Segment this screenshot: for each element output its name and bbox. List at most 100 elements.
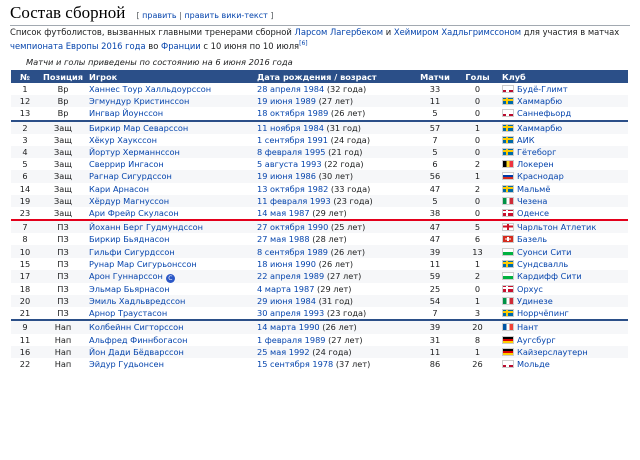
player-name-link[interactable]: Хёрдур Магнуссон — [89, 196, 169, 206]
col-header-goals[interactable]: Голы — [455, 70, 500, 83]
table-row: 23 Защ Ари Фрейр Скуласон 14 мая 1987 (29 л… — [11, 207, 628, 220]
player-name-link[interactable]: Эльмар Бьярнасон — [89, 284, 170, 294]
player-age: (21 год) — [328, 147, 363, 158]
player-caps: 47 — [429, 234, 441, 245]
player-dob: 29 июня 1984 — [257, 296, 316, 307]
player-age: (26 лет) — [330, 246, 366, 257]
edit-link[interactable]: править — [142, 11, 177, 20]
player-name-link[interactable]: Гильфи Сигурдссон — [89, 247, 175, 257]
player-club-link[interactable]: Чезена — [517, 196, 547, 206]
player-name-cell: Колбейнн Сигторссон — [87, 319, 255, 334]
player-name-link[interactable]: Ингвар Йоунссон — [89, 108, 163, 118]
player-age: (23 года) — [326, 308, 367, 319]
section-heading: Состав сборной [ править | править вики-… — [10, 3, 630, 26]
col-header-dob[interactable]: Дата рождения / возраст — [255, 70, 415, 83]
player-name-link[interactable]: Хёкур Хаукссон — [89, 135, 157, 145]
player-club-link[interactable]: Саннефьорд — [517, 108, 571, 118]
edit-wikitext-link[interactable]: править вики-текст — [184, 11, 267, 20]
player-club-link[interactable]: Хаммарбю — [517, 96, 562, 106]
player-position: Нап — [39, 319, 87, 334]
player-age: (31 год) — [318, 296, 353, 307]
intro-text: с 10 июня по 10 июля — [200, 40, 300, 51]
player-name-link[interactable]: Эмиль Хадльвредссон — [89, 296, 185, 306]
player-goals: 2 — [474, 183, 481, 194]
player-name-link[interactable]: Ари Фрейр Скуласон — [89, 208, 179, 218]
player-name-link[interactable]: Арнор Траустасон — [89, 308, 167, 318]
player-name-link[interactable]: Арон Гуннарссон — [89, 271, 163, 281]
player-club-cell: Аугсбург — [500, 334, 628, 346]
col-header-position[interactable]: Позиция — [39, 70, 87, 83]
coach-lagerback-link[interactable]: Ларсом Лагербеком — [295, 27, 384, 37]
player-club-link[interactable]: Локерен — [517, 159, 554, 169]
player-club-link[interactable]: Будё-Глимт — [517, 84, 568, 94]
player-caps: 56 — [415, 170, 455, 183]
player-club-link[interactable]: Мальмё — [517, 184, 550, 194]
player-club-link[interactable]: Орхус — [517, 284, 543, 294]
player-club-link[interactable]: Сундсвалль — [517, 259, 568, 269]
norway-flag — [502, 109, 514, 118]
player-name-link[interactable]: Биркир Бьяднасон — [89, 234, 169, 244]
player-club-link[interactable]: Краснодар — [517, 171, 564, 181]
player-name-link[interactable]: Эйдур Гудьонсен — [89, 359, 164, 369]
player-club-link[interactable]: Аугсбург — [517, 335, 556, 345]
player-number: 6 — [11, 170, 39, 183]
player-number: 13 — [19, 108, 31, 119]
player-club-link[interactable]: Удинезе — [517, 296, 553, 306]
player-name-link[interactable]: Рунар Мар Сигурьонссон — [89, 259, 197, 269]
player-club-link[interactable]: Норрчёпинг — [517, 308, 569, 318]
player-name-link[interactable]: Йоханн Берг Гудмундссон — [89, 222, 203, 232]
player-club-link[interactable]: Оденсе — [517, 208, 549, 218]
player-goals: 0 — [474, 84, 481, 95]
player-club-link[interactable]: Чарльтон Атлетик — [517, 222, 596, 232]
player-dob: 13 октября 1982 — [257, 183, 329, 194]
player-club-link[interactable]: Суонси Сити — [517, 247, 571, 257]
col-header-caps[interactable]: Матчи — [415, 70, 455, 83]
player-name-cell: Рунар Мар Сигурьонссон — [87, 258, 255, 270]
table-row: 15 ПЗ Рунар Мар Сигурьонссон 18 июня 1990 (… — [11, 258, 628, 270]
col-header-player[interactable]: Игрок — [87, 70, 255, 83]
table-row: 17 ПЗ Арон Гуннарссон С 22 апреля 1989 (27 л… — [11, 269, 628, 283]
player-name-link[interactable]: Ханнес Тоур Халльдоурссон — [89, 84, 211, 94]
player-club-link[interactable]: Базель — [517, 234, 547, 244]
coach-hallgrimsson-link[interactable]: Хеймиром Хадльгримссоном — [394, 27, 521, 37]
player-position: ПЗ — [57, 283, 69, 294]
france-link[interactable]: Франции — [161, 41, 201, 51]
player-position: Защ — [39, 119, 87, 134]
player-dob-cell: 28 апреля 1984 (32 года) — [255, 83, 415, 95]
player-goals: 20 — [455, 319, 500, 334]
player-goals: 2 — [455, 269, 500, 283]
player-dob: 19 июня 1989 — [257, 96, 316, 107]
player-caps: 39 — [415, 319, 455, 334]
euro-2016-link[interactable]: чемпионата Европы 2016 года — [10, 41, 146, 51]
player-club-link[interactable]: Кардифф Сити — [517, 271, 582, 281]
germany-flag — [502, 335, 514, 344]
player-club-link[interactable]: Нант — [517, 322, 538, 332]
player-name-link[interactable]: Колбейнн Сигторссон — [89, 322, 183, 332]
player-name-link[interactable]: Йон Дади Бёдварссон — [89, 347, 184, 357]
player-name-link[interactable]: Альфред Финнбогасон — [89, 335, 187, 345]
player-goals: 3 — [474, 308, 481, 319]
player-club-link[interactable]: АИК — [517, 135, 535, 145]
player-number: 1 — [22, 84, 28, 95]
player-club-link[interactable]: Хаммарбю — [517, 123, 562, 133]
player-dob: 15 сентября 1978 — [257, 359, 334, 370]
player-name-cell: Арон Гуннарссон С — [87, 269, 255, 283]
norway-flag — [502, 85, 514, 94]
player-club-link[interactable]: Мольде — [517, 359, 550, 369]
player-name-link[interactable]: Рагнар Сигурдссон — [89, 171, 172, 181]
player-position: Защ — [39, 170, 87, 183]
player-name-link[interactable]: Биркир Мар Севарссон — [89, 123, 188, 133]
player-caps: 59 — [415, 269, 455, 283]
reference-link[interactable]: [6] — [299, 40, 308, 47]
player-name-link[interactable]: Эгмундур Кристинссон — [89, 96, 189, 106]
col-header-number[interactable]: № — [11, 70, 39, 83]
player-name-link[interactable]: Йортур Херманнссон — [89, 147, 180, 157]
player-position: Нап — [54, 359, 72, 370]
col-header-club[interactable]: Клуб — [500, 70, 628, 83]
player-club-link[interactable]: Кайзерслаутерн — [517, 347, 588, 357]
player-position: Защ — [54, 207, 72, 218]
player-club-link[interactable]: Гётеборг — [517, 147, 556, 157]
player-name-link[interactable]: Сверрир Ингасон — [89, 159, 164, 169]
player-goals: 0 — [474, 207, 481, 218]
player-name-link[interactable]: Кари Арнасон — [89, 184, 149, 194]
